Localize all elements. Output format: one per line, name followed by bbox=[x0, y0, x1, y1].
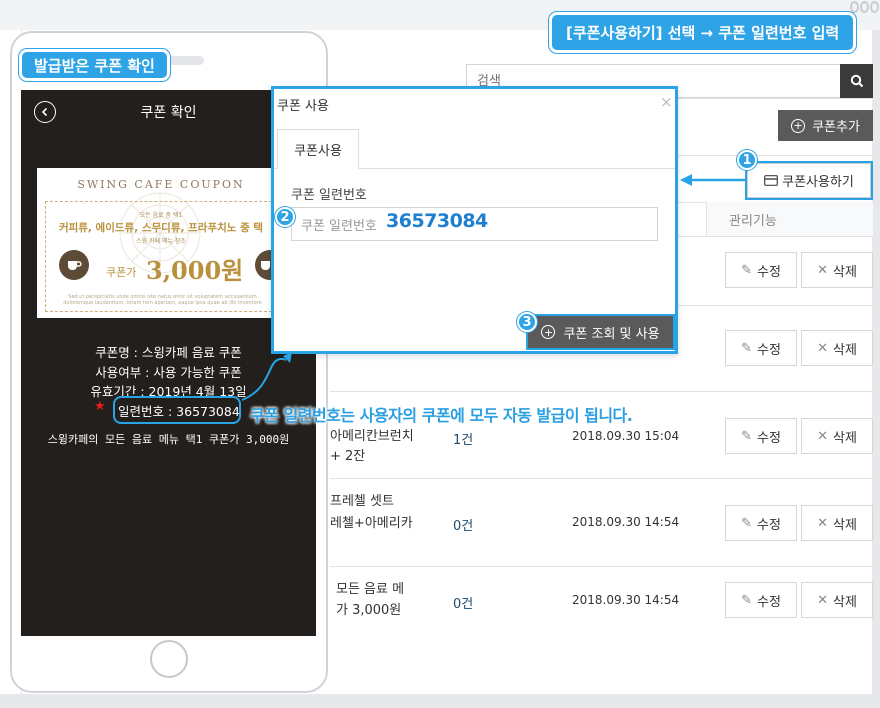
coupon-serial: 일련번호 : 36573084 bbox=[118, 404, 240, 419]
edit-label: 수정 bbox=[756, 342, 781, 358]
pencil-icon: ✎ bbox=[741, 592, 752, 608]
step-badge-1: 1 bbox=[737, 150, 757, 170]
coupon-note: 스윙 카페 메뉴 참조 bbox=[136, 238, 186, 245]
x-icon: ✕ bbox=[817, 515, 828, 531]
plus-circle-icon: + bbox=[541, 325, 556, 339]
pencil-icon: ✎ bbox=[741, 262, 752, 278]
pencil-icon: ✎ bbox=[741, 340, 752, 356]
edit-label: 수정 bbox=[756, 430, 781, 446]
instruction-tag: [쿠폰사용하기] 선택 → 쿠폰 일련번호 입력 bbox=[549, 12, 857, 53]
column-header-label: 관리기능 bbox=[729, 213, 777, 229]
caption-text: 쿠폰 일련번호는 사용자의 쿠폰에 모두 자동 발급이 됩니다. bbox=[250, 406, 633, 425]
divider bbox=[330, 566, 873, 567]
delete-label: 삭제 bbox=[832, 517, 857, 533]
star-icon: ★ bbox=[94, 399, 106, 414]
x-icon: ✕ bbox=[817, 262, 828, 278]
pencil-icon: ✎ bbox=[741, 428, 752, 444]
column-header-management: 관리기능 bbox=[706, 202, 873, 236]
row-subtitle: 가 3,000원 bbox=[336, 603, 402, 618]
delete-button[interactable]: ✕ 삭제 bbox=[801, 330, 873, 366]
modal-title: 쿠폰 사용 bbox=[277, 99, 329, 114]
x-icon: ✕ bbox=[817, 592, 828, 608]
pencil-icon: ✎ bbox=[741, 515, 752, 531]
x-icon: ✕ bbox=[817, 428, 828, 444]
serial-field-label: 쿠폰 일련번호 bbox=[291, 188, 367, 203]
home-button[interactable] bbox=[150, 640, 188, 678]
row-subtitle: + 2잔 bbox=[330, 449, 366, 464]
step-badge-2: 2 bbox=[275, 207, 295, 227]
coupon-price-label: 쿠폰가 bbox=[106, 266, 137, 279]
delete-label: 삭제 bbox=[832, 264, 857, 280]
tab-coupon-use[interactable]: 쿠폰사용 bbox=[277, 129, 359, 169]
delete-label: 삭제 bbox=[832, 342, 857, 358]
edit-button[interactable]: ✎ 수정 bbox=[725, 418, 797, 454]
coupon-brand: SWING CAFE COUPON bbox=[77, 178, 245, 191]
card-icon bbox=[764, 175, 779, 186]
serial-input-placeholder: 쿠폰 일련번호 bbox=[301, 219, 377, 234]
edit-button[interactable]: ✎ 수정 bbox=[725, 505, 797, 541]
add-coupon-label: 쿠폰추가 bbox=[812, 120, 860, 135]
row-title: 프레첼 셋트 bbox=[330, 494, 394, 509]
search-icon bbox=[850, 74, 863, 88]
edit-label: 수정 bbox=[756, 517, 781, 533]
delete-button[interactable]: ✕ 삭제 bbox=[801, 418, 873, 454]
coupon-status: 사용여부 : 사용 가능한 쿠폰 bbox=[95, 365, 242, 380]
step-badge-3: 3 bbox=[517, 312, 537, 332]
row-title: 아메리칸브런치 bbox=[330, 429, 414, 444]
delete-button[interactable]: ✕ 삭제 bbox=[801, 505, 873, 541]
row-count[interactable]: 0건 bbox=[453, 515, 473, 534]
edit-label: 수정 bbox=[756, 594, 781, 610]
row-title: 모든 음료 메 bbox=[336, 582, 405, 597]
delete-button[interactable]: ✕ 삭제 bbox=[801, 582, 873, 618]
coupon-menu: 커피류, 에이드류, 스무디류, 프라푸치노 중 택 bbox=[58, 222, 264, 234]
serial-input-value: 36573084 bbox=[386, 210, 488, 232]
plus-circle-icon: + bbox=[791, 118, 806, 133]
row-date: 2018.09.30 14:54 bbox=[572, 515, 680, 529]
coupon-subtitle: 모든 음료 중 택1 bbox=[139, 212, 183, 219]
add-coupon-button[interactable]: + 쿠폰추가 bbox=[778, 110, 873, 141]
delete-button[interactable]: ✕ 삭제 bbox=[801, 252, 873, 288]
row-subtitle: 레첼+아메리카 bbox=[330, 516, 413, 531]
use-coupon-button[interactable]: 쿠폰사용하기 bbox=[747, 163, 871, 198]
edit-label: 수정 bbox=[756, 264, 781, 280]
coupon-price: 3,000원 bbox=[146, 256, 244, 285]
lookup-and-use-label: 쿠폰 조회 및 사용 bbox=[563, 326, 660, 342]
coffee-cup-icon bbox=[59, 250, 89, 280]
delete-label: 삭제 bbox=[832, 430, 857, 446]
row-count[interactable]: 0건 bbox=[453, 593, 473, 612]
row-date: 2018.09.30 14:54 bbox=[572, 593, 680, 607]
window-dots bbox=[850, 0, 880, 14]
divider bbox=[330, 391, 873, 392]
delete-label: 삭제 bbox=[832, 594, 857, 610]
x-icon: ✕ bbox=[817, 340, 828, 356]
coupon-summary: 스윙카페의 모든 음료 메뉴 택1 쿠폰가 3,000원 bbox=[47, 433, 290, 446]
edit-button[interactable]: ✎ 수정 bbox=[725, 582, 797, 618]
edit-button[interactable]: ✎ 수정 bbox=[725, 330, 797, 366]
coupon-fineprint: Sed ut perspiciatis unde omnis iste natu… bbox=[63, 294, 262, 306]
search-button[interactable] bbox=[840, 64, 873, 98]
phone-annotation-tag: 발급받은 쿠폰 확인 bbox=[19, 49, 170, 81]
row-date: 2018.09.30 15:04 bbox=[572, 429, 680, 443]
close-icon[interactable]: × bbox=[660, 93, 673, 111]
divider bbox=[330, 478, 873, 479]
edit-button[interactable]: ✎ 수정 bbox=[725, 252, 797, 288]
row-count[interactable]: 1건 bbox=[453, 429, 473, 448]
lookup-and-use-button[interactable]: + 쿠폰 조회 및 사용 bbox=[528, 316, 673, 348]
use-coupon-label: 쿠폰사용하기 bbox=[782, 175, 854, 190]
